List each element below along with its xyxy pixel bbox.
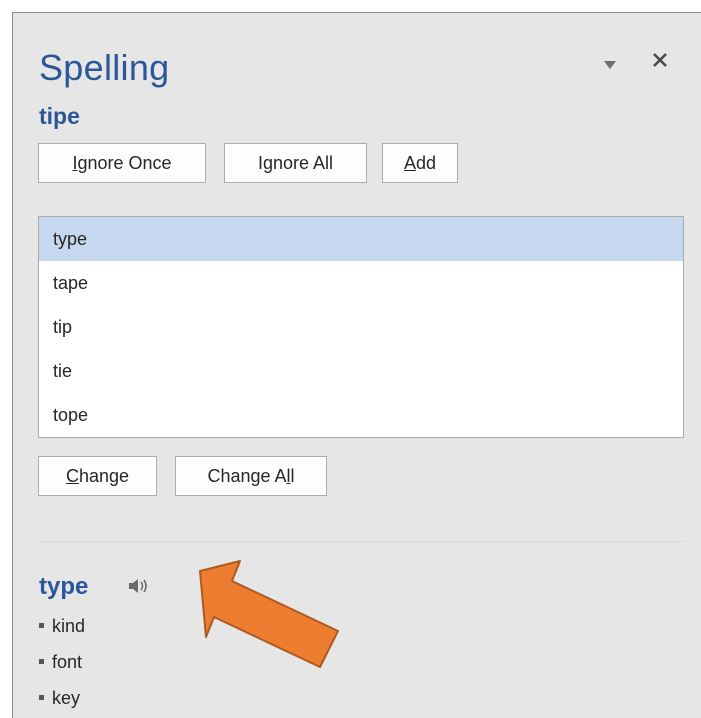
change-label: hange [78,465,130,486]
list-item[interactable]: type [39,217,683,261]
bullet [39,694,44,700]
close-icon[interactable] [647,47,673,73]
change-accesskey: C [65,465,79,486]
ignore-all-label: nore All [272,152,334,173]
definition-word: type [39,573,89,600]
change-all-button[interactable]: Change All [175,456,327,496]
synonym-item: font [39,652,82,673]
ignore-once-label: gnore Once [77,152,172,173]
add-label: dd [415,152,437,173]
arrow-annotation [199,560,339,668]
synonym-text: font [52,652,83,672]
synonym-text: kind [52,616,86,636]
ignore-all-button[interactable]: Ig nore All [224,143,367,183]
change-all-label-pre: Change A [207,465,287,486]
chevron-down-icon[interactable] [603,59,617,71]
spelling-pane: Spelling tipe Ignore Once Ig nore All Add… [12,12,701,718]
speaker-icon[interactable] [127,576,153,596]
bullet [39,658,44,664]
ignore-once-button[interactable]: Ignore Once [38,143,206,183]
change-button[interactable]: Change [38,456,157,496]
list-item[interactable]: tip [39,305,683,349]
add-accesskey: A [403,152,416,173]
change-all-label: l [290,465,295,486]
list-item[interactable]: tape [39,261,683,305]
add-button[interactable]: Add [382,143,458,183]
synonym-item: key [39,688,80,709]
list-item[interactable]: tope [39,393,683,437]
list-item[interactable]: tie [39,349,683,393]
ignore-all-accesskey: g [262,152,273,173]
synonym-text: key [52,688,81,708]
divider [38,541,684,542]
synonym-item: kind [39,616,85,637]
bullet [39,622,44,628]
suggestions-list[interactable]: type tape tip tie tope [38,216,684,438]
pane-title: Spelling [39,47,170,88]
misspelled-word: tipe [39,103,80,129]
